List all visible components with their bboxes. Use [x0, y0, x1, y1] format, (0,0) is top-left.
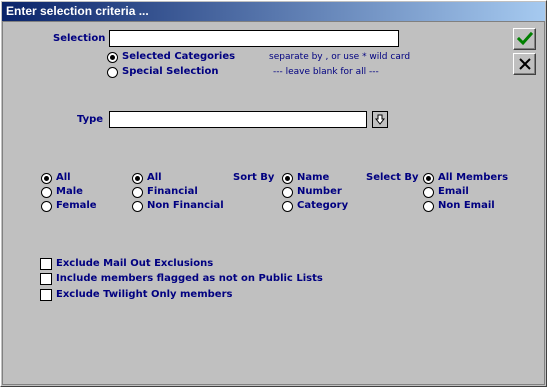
radio-label: Female: [56, 200, 97, 211]
radio-dot: [107, 51, 118, 63]
radio-gender-male[interactable]: Male: [41, 186, 83, 198]
radio-sort-number[interactable]: Number: [282, 186, 342, 198]
radio-label: Selected Categories: [122, 51, 236, 62]
radio-dot: [423, 200, 434, 212]
checkbox-box: [40, 289, 52, 301]
down-arrow-icon: [375, 114, 385, 125]
radio-label: Name: [297, 172, 330, 183]
radio-dot: [41, 172, 52, 184]
radio-label: All: [147, 172, 162, 183]
ok-button[interactable]: [513, 28, 536, 50]
radio-dot: [132, 186, 143, 198]
radio-sort-category[interactable]: Category: [282, 200, 348, 212]
cancel-button[interactable]: [513, 53, 536, 75]
radio-dot: [132, 200, 143, 212]
radio-select-email[interactable]: Email: [423, 186, 469, 198]
radio-dot: [107, 66, 118, 78]
radio-label: Special Selection: [122, 66, 219, 77]
radio-gender-female[interactable]: Female: [41, 200, 97, 212]
radio-label: All Members: [438, 172, 509, 183]
radio-label: Non Email: [438, 200, 495, 211]
dialog-window: Enter selection criteria ... Selection S…: [0, 0, 547, 387]
checkbox-exclude-mail-out[interactable]: Exclude Mail Out Exclusions: [40, 258, 213, 270]
radio-select-non-email[interactable]: Non Email: [423, 200, 495, 212]
checkbox-box: [40, 273, 52, 285]
radio-dot: [41, 186, 52, 198]
checkbox-exclude-twilight[interactable]: Exclude Twilight Only members: [40, 289, 232, 301]
cross-icon: [518, 58, 531, 70]
radio-non-financial[interactable]: Non Financial: [132, 200, 224, 212]
radio-label: All: [56, 172, 71, 183]
radio-dot: [282, 200, 293, 212]
radio-dot: [132, 172, 143, 184]
type-label: Type: [77, 114, 104, 125]
radio-sort-name[interactable]: Name: [282, 172, 329, 184]
checkbox-include-public-lists[interactable]: Include members flagged as not on Public…: [40, 273, 323, 285]
type-input[interactable]: [109, 111, 367, 128]
radio-special-selection[interactable]: Special Selection: [107, 66, 218, 78]
radio-select-all-members[interactable]: All Members: [423, 172, 508, 184]
radio-label: Email: [438, 186, 469, 197]
sort-by-label: Sort By: [233, 172, 275, 183]
radio-dot: [282, 172, 293, 184]
checkmark-icon: [516, 31, 533, 46]
checkbox-label: Exclude Twilight Only members: [56, 289, 233, 300]
radio-gender-all[interactable]: All: [41, 172, 71, 184]
radio-label: Male: [56, 186, 83, 197]
window-title: Enter selection criteria ...: [2, 2, 545, 21]
checkbox-label: Exclude Mail Out Exclusions: [56, 258, 214, 269]
radio-label: Number: [297, 186, 342, 197]
radio-label: Non Financial: [147, 200, 224, 211]
radio-label: Category: [297, 200, 349, 211]
selection-label: Selection: [53, 33, 106, 44]
radio-selected-categories[interactable]: Selected Categories: [107, 51, 235, 63]
selection-input[interactable]: [109, 30, 399, 47]
radio-dot: [423, 172, 434, 184]
selection-hint-separator: separate by , or use * wild card: [269, 52, 411, 62]
type-dropdown-button[interactable]: [372, 111, 388, 128]
checkbox-label: Include members flagged as not on Public…: [56, 273, 323, 284]
radio-financial-all[interactable]: All: [132, 172, 162, 184]
selection-hint-blank: --- leave blank for all ---: [273, 67, 379, 77]
select-by-label: Select By: [366, 172, 419, 183]
radio-label: Financial: [147, 186, 198, 197]
checkbox-box: [40, 258, 52, 270]
radio-dot: [41, 200, 52, 212]
radio-financial[interactable]: Financial: [132, 186, 198, 198]
dialog-content: Selection Selected Categories Special Se…: [2, 21, 545, 385]
radio-dot: [423, 186, 434, 198]
radio-dot: [282, 186, 293, 198]
